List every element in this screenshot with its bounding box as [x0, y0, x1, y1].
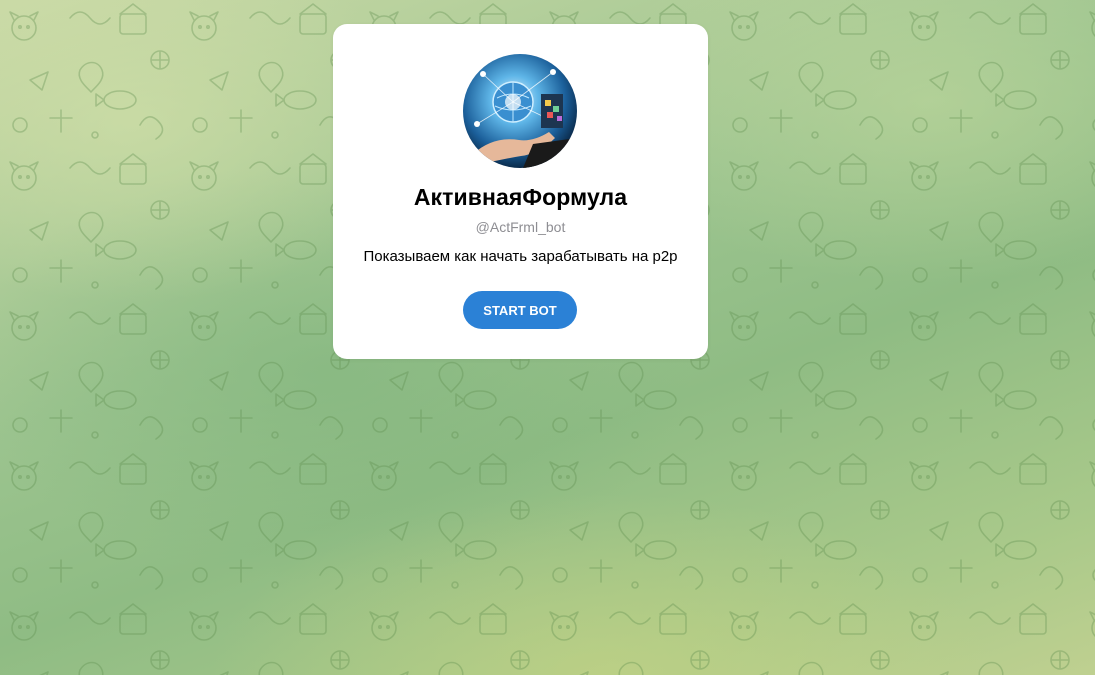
start-bot-button[interactable]: START BOT: [463, 291, 577, 329]
bot-avatar: [463, 54, 577, 168]
bot-name: АктивнаяФормула: [413, 184, 628, 210]
bot-card: АктивнаяФормула @ActFrml_bot Показываем …: [333, 24, 708, 359]
bot-description: Показываем как начать зарабатывать на p2…: [363, 248, 678, 265]
bot-username: @ActFrml_bot: [475, 219, 566, 235]
